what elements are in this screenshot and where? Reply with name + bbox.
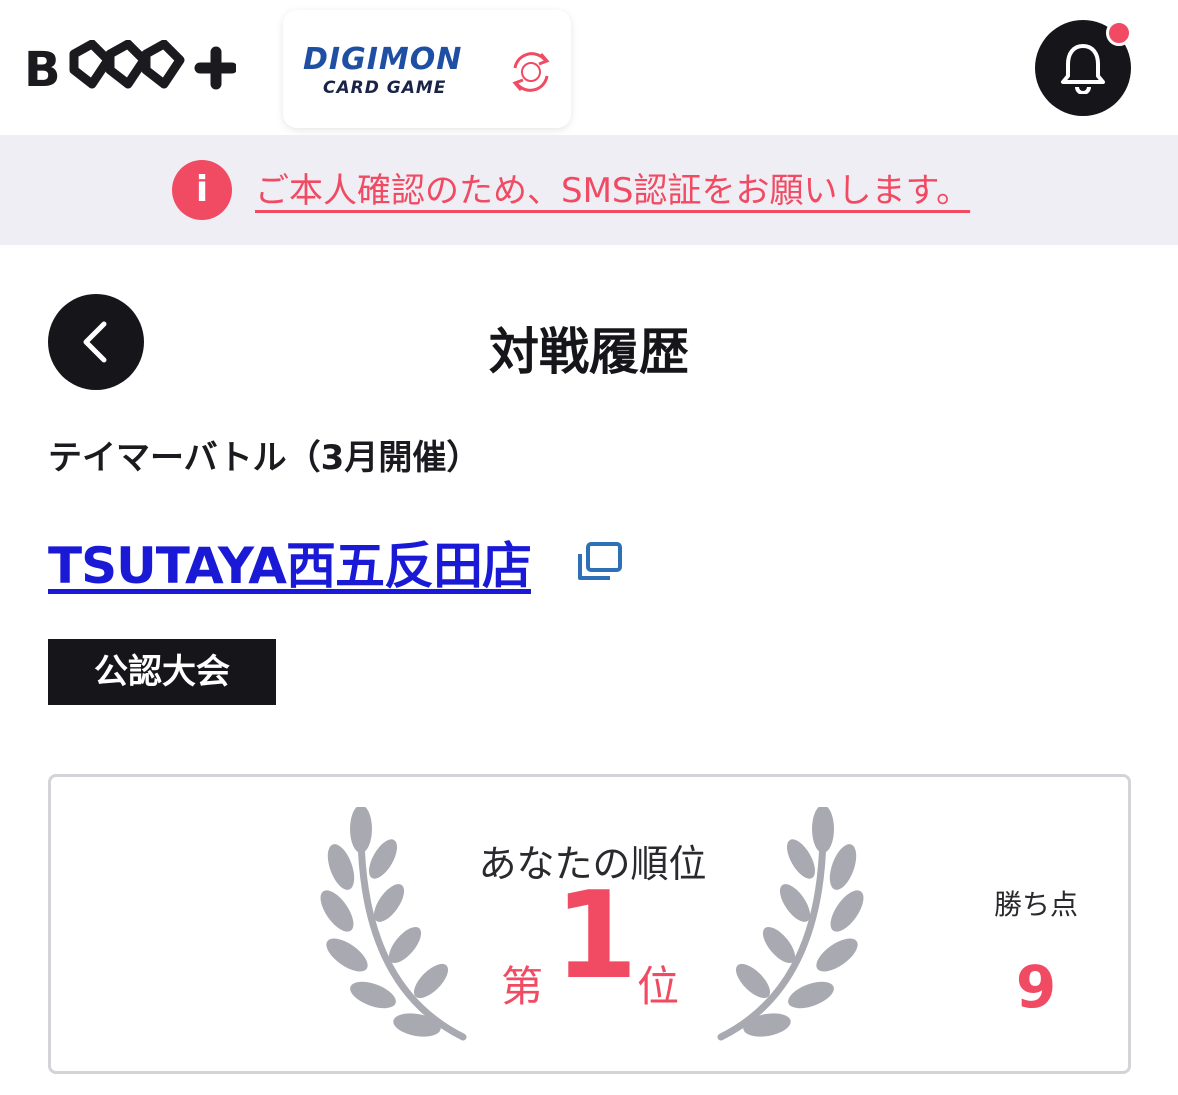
official-tournament-badge: 公認大会 [48,639,276,705]
result-card: あなたの順位 第 1 位 勝ち点 9 [48,774,1131,1074]
sms-verification-banner: i ご本人確認のため、SMS認証をお願いします。 [0,135,1178,245]
points-label: 勝ち点 [993,888,1078,921]
external-link-icon[interactable] [576,540,624,584]
app-header: B DIGIMON CARD GAME [0,0,1178,135]
rank-suffix: 位 [637,962,680,1011]
bcg-plus-logo[interactable]: B [22,40,236,96]
game-logo-line1: DIGIMON [303,42,463,77]
game-logo-line2: CARD GAME [323,78,447,98]
info-icon: i [172,160,232,220]
page-title: 対戦履歴 [489,323,689,381]
rank-value: 1 [554,867,638,1006]
notification-badge [1106,20,1132,46]
digimon-card-game-logo: DIGIMON CARD GAME [303,40,493,98]
svg-text:B: B [24,42,61,96]
points-value: 9 [1015,953,1057,1021]
sms-verification-link[interactable]: ご本人確認のため、SMS認証をお願いします。 [255,163,970,212]
store-link[interactable]: TSUTAYA西五反田店 [48,526,532,598]
game-switch-button[interactable]: DIGIMON CARD GAME [283,10,571,128]
event-name: テイマーバトル（3月開催） [48,438,481,478]
bell-icon [1061,44,1105,94]
rank-prefix: 第 [501,962,544,1011]
refresh-icon [512,52,550,92]
